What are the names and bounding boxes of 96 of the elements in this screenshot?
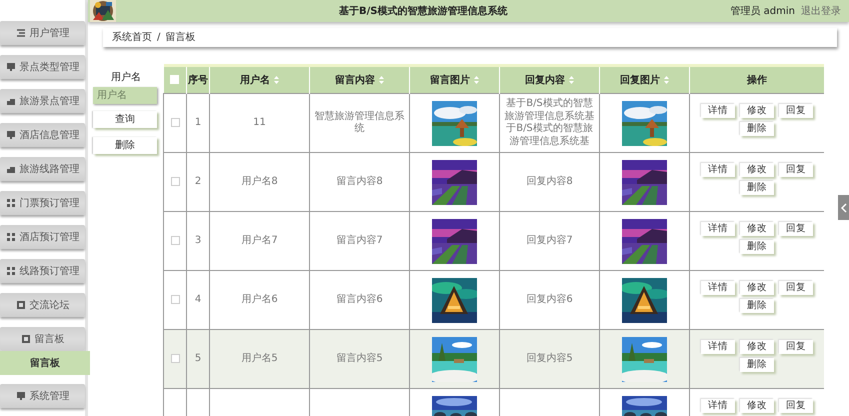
edit-button[interactable]: 修改 — [740, 163, 774, 177]
sidebar-subitem[interactable]: 留言板 — [0, 351, 90, 375]
search-field[interactable]: 用户名 — [93, 87, 157, 104]
breadcrumb-current: 留言板 — [165, 30, 196, 45]
table-cell: 用户名8 — [241, 176, 278, 187]
sort-icon[interactable] — [379, 76, 384, 84]
delete-button[interactable]: 删除 — [740, 299, 774, 313]
sidebar-item[interactable]: 景点类型管理 — [0, 55, 85, 79]
table-cell: 用户名5 — [241, 352, 278, 364]
sidebar-item[interactable]: 旅游景点管理 — [0, 89, 85, 113]
table-cell: 回复内容8 — [526, 176, 573, 187]
monitor-icon — [6, 62, 16, 72]
breadcrumb-separator: / — [157, 31, 160, 45]
edit-button[interactable]: 修改 — [740, 340, 774, 354]
reply-button[interactable]: 回复 — [779, 340, 813, 354]
reply-button[interactable]: 回复 — [779, 281, 813, 295]
row-checkbox[interactable] — [170, 294, 180, 304]
reply-button[interactable]: 回复 — [779, 222, 813, 236]
details-button[interactable]: 详情 — [701, 399, 735, 413]
grid-icon — [6, 266, 16, 276]
column-header: 操作 — [747, 74, 767, 86]
collapse-tab[interactable] — [838, 195, 849, 220]
monitor-icon — [6, 130, 16, 140]
reply-button[interactable]: 回复 — [779, 104, 813, 118]
delete-button[interactable]: 删除 — [740, 122, 774, 136]
details-button[interactable]: 详情 — [701, 163, 735, 177]
details-button[interactable]: 详情 — [701, 340, 735, 354]
table-cell: 基于B/S模式的智慧旅游管理信息系统基于B/S模式的智慧旅游管理信息系统基 — [504, 98, 594, 146]
logout-link[interactable]: 退出登录 — [801, 4, 841, 18]
table-cell: 回复内容6 — [526, 294, 573, 305]
sort-icon[interactable] — [569, 76, 574, 84]
sidebar-item[interactable]: 旅游线路管理 — [0, 157, 85, 181]
sidebar-item[interactable]: 交流论坛 — [0, 293, 85, 317]
sidebar-item[interactable]: 酒店预订管理 — [0, 225, 85, 249]
details-button[interactable]: 详情 — [701, 222, 735, 236]
search-button[interactable]: 查询 — [93, 111, 157, 128]
column-header: 序号 — [188, 74, 208, 86]
list-icon — [16, 28, 26, 38]
chart-icon — [6, 164, 16, 174]
table-cell: 智慧旅游管理信息系统 — [314, 110, 404, 134]
delete-button[interactable]: 删除 — [740, 240, 774, 254]
table-cell: 留言内容7 — [336, 234, 383, 246]
edit-button[interactable]: 修改 — [740, 222, 774, 236]
table-cell: 留言内容8 — [336, 176, 383, 187]
breadcrumb-link[interactable]: 系统首页 — [112, 30, 152, 45]
column-header[interactable]: 用户名 — [240, 74, 270, 86]
delete-button[interactable]: 删除 — [93, 137, 157, 154]
sidebar-item[interactable]: 系统管理 — [0, 384, 85, 408]
sidebar-item[interactable]: 留言板 — [0, 327, 85, 351]
grid-icon — [6, 232, 16, 242]
monitor-icon — [16, 391, 26, 401]
reply-button[interactable]: 回复 — [779, 399, 813, 413]
row-checkbox[interactable] — [170, 236, 180, 245]
table-cell: 回复内容5 — [526, 352, 573, 364]
table-cell: 留言内容5 — [336, 352, 383, 364]
details-button[interactable]: 详情 — [701, 104, 735, 118]
column-header[interactable]: 回复内容 — [525, 74, 565, 86]
column-header[interactable]: 留言内容 — [335, 74, 375, 86]
table-cell: 4 — [194, 294, 202, 305]
details-button[interactable]: 详情 — [701, 281, 735, 295]
table-cell: 用户名6 — [241, 294, 278, 305]
table-cell: 5 — [194, 352, 202, 364]
sort-icon[interactable] — [664, 76, 669, 84]
chevron-left-icon — [840, 202, 846, 212]
sidebar-item[interactable]: 门票预订管理 — [0, 191, 85, 215]
edit-button[interactable]: 修改 — [740, 399, 774, 413]
table-cell: 11 — [253, 116, 266, 128]
sidebar-item[interactable]: 用户管理 — [0, 21, 85, 45]
row-checkbox[interactable] — [170, 176, 180, 186]
table-cell: 3 — [194, 234, 202, 246]
sidebar-item[interactable]: 线路预订管理 — [0, 259, 85, 283]
table-cell: 2 — [194, 176, 202, 187]
table-cell: 1 — [194, 116, 202, 128]
table-cell: 用户名7 — [241, 234, 278, 246]
column-header[interactable]: 留言图片 — [430, 74, 470, 86]
reply-button[interactable]: 回复 — [779, 163, 813, 177]
square-icon — [20, 334, 30, 344]
table-cell: 回复内容7 — [526, 234, 573, 246]
delete-button[interactable]: 删除 — [740, 358, 774, 372]
chart-icon — [6, 96, 16, 106]
delete-button[interactable]: 删除 — [740, 181, 774, 195]
sidebar-item[interactable]: 酒店信息管理 — [0, 123, 85, 147]
square-icon — [16, 300, 26, 310]
edit-button[interactable]: 修改 — [740, 281, 774, 295]
select-all-checkbox[interactable] — [170, 75, 180, 84]
column-header[interactable]: 回复图片 — [620, 74, 660, 86]
app-title: 基于B/S模式的智慧旅游管理信息系统 — [338, 4, 508, 18]
field-label: 用户名 — [110, 70, 142, 85]
sort-icon[interactable] — [474, 76, 479, 84]
sort-icon[interactable] — [274, 76, 279, 84]
table-cell: 留言内容6 — [336, 294, 383, 305]
user-label: 管理员 admin — [730, 4, 795, 18]
grid-icon — [6, 198, 16, 208]
edit-button[interactable]: 修改 — [740, 104, 774, 118]
row-checkbox[interactable] — [170, 354, 180, 363]
row-checkbox[interactable] — [170, 118, 180, 127]
